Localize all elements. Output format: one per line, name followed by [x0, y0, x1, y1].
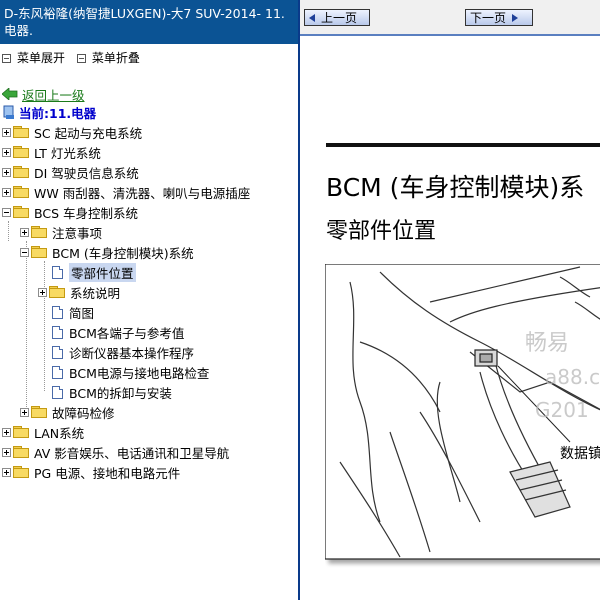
window-title: D-东风裕隆(纳智捷LUXGEN)-大7 SUV-2014- 11.电器. [0, 0, 298, 44]
tree-item-sc[interactable]: SC 起动与充电系统 [2, 122, 142, 142]
expand-menu-label: 菜单展开 [17, 51, 66, 65]
tree-item-removal[interactable]: BCM的拆卸与安装 [52, 382, 172, 402]
document-subtitle: 零部件位置 [326, 219, 437, 244]
tree-item-system-description[interactable]: 系统说明 [38, 282, 120, 302]
tree-item-power-ground[interactable]: BCM电源与接地电路检查 [52, 362, 209, 382]
document-title: BCM (车身控制模块)系 [326, 173, 585, 202]
tree-item-label: SC 起动与充电系统 [34, 125, 143, 141]
tree-item-label: 注意事项 [52, 225, 103, 241]
expand-toggle-icon[interactable] [2, 187, 11, 197]
next-arrow-icon [512, 13, 519, 22]
prev-page-button[interactable]: 上一页 [304, 9, 370, 26]
expand-toggle-icon[interactable] [20, 407, 29, 417]
expand-toggle-icon[interactable] [2, 467, 11, 477]
tree-item-label: LT 灯光系统 [34, 145, 101, 161]
folder-icon [13, 166, 29, 178]
tree-item-label: BCS 车身控制系统 [34, 205, 138, 221]
folder-icon [13, 146, 29, 158]
watermark-text: 畅易 [525, 331, 569, 356]
back-arrow-icon [2, 88, 18, 100]
open-folder-icon [13, 206, 29, 218]
collapse-toggle-icon[interactable] [20, 247, 29, 257]
tree-item-label: DI 驾驶员信息系统 [34, 165, 139, 181]
page-toolbar: 上一页 下一页 [300, 0, 600, 36]
tree-item-bcs[interactable]: BCS 车身控制系统 [2, 202, 138, 222]
prev-page-label: 上一页 [321, 11, 358, 25]
tree-item-av[interactable]: AV 影音娱乐、电话通讯和卫星导航 [2, 442, 229, 462]
collapse-toggle-icon[interactable] [2, 207, 11, 217]
folder-icon [13, 426, 29, 438]
tree-item-label: WW 雨刮器、清洗器、喇叭与电源插座 [34, 185, 251, 201]
current-location-label: 当前:11.电器 [19, 105, 97, 121]
prev-arrow-icon [309, 13, 315, 22]
folder-icon [49, 286, 65, 298]
collapse-icon [76, 53, 86, 63]
tree-item-label: BCM (车身控制模块)系统 [52, 245, 194, 261]
tree-item-label-selected: 零部件位置 [69, 262, 136, 282]
tree-item-component-location[interactable]: 零部件位置 [52, 262, 136, 282]
document-icon [52, 385, 63, 399]
tree-item-di[interactable]: DI 驾驶员信息系统 [2, 162, 139, 182]
expand-toggle-icon[interactable] [38, 287, 47, 297]
folder-icon [13, 186, 29, 198]
collapse-menu-label: 菜单折叠 [91, 51, 140, 65]
tree-item-label: BCM的拆卸与安装 [69, 385, 172, 401]
back-link[interactable]: 返回上一级 [2, 86, 85, 103]
document-icon [52, 325, 63, 339]
tree-item-lan[interactable]: LAN系统 [2, 422, 84, 442]
tree-item-label: LAN系统 [34, 425, 85, 441]
folder-icon [13, 466, 29, 478]
tree-item-lt[interactable]: LT 灯光系统 [2, 142, 101, 162]
component-illustration: 数据镇 畅易 a88.c G201 [324, 263, 600, 560]
tree-guide [44, 261, 45, 391]
expand-toggle-icon[interactable] [2, 127, 11, 137]
folder-icon [31, 226, 47, 238]
tree-item-label: BCM电源与接地电路检查 [69, 365, 210, 381]
tree-guide [26, 241, 27, 411]
tree-item-precautions[interactable]: 注意事项 [20, 222, 102, 242]
tree-item-label: BCM各端子与参考值 [69, 325, 185, 341]
current-location-icon [3, 105, 14, 119]
tree-item-terminals[interactable]: BCM各端子与参考值 [52, 322, 184, 342]
section-rule [326, 143, 600, 147]
tree-item-pg[interactable]: PG 电源、接地和电路元件 [2, 462, 180, 482]
tree-item-label: AV 影音娱乐、电话通讯和卫星导航 [34, 445, 230, 461]
next-page-label: 下一页 [470, 11, 507, 25]
expand-toggle-icon[interactable] [20, 227, 29, 237]
tree-item-dtc[interactable]: 故障码检修 [20, 402, 115, 422]
tree-item-label: 系统说明 [70, 285, 121, 301]
expand-menu-button[interactable]: 菜单展开 [2, 48, 65, 68]
tree-item-diagram[interactable]: 简图 [52, 302, 94, 322]
expand-icon [2, 53, 11, 63]
tree-item-bcm-system[interactable]: BCM (车身控制模块)系统 [20, 242, 194, 262]
collapse-menu-button[interactable]: 菜单折叠 [76, 48, 140, 68]
expand-toggle-icon[interactable] [2, 427, 11, 437]
tree-item-label: 故障码检修 [52, 405, 115, 421]
document-icon [52, 305, 63, 319]
tree-item-label: 诊断仪器基本操作程序 [69, 345, 195, 361]
tree-item-label: PG 电源、接地和电路元件 [34, 465, 181, 481]
expand-toggle-icon[interactable] [2, 167, 11, 177]
tree-item-ww[interactable]: WW 雨刮器、清洗器、喇叭与电源插座 [2, 182, 250, 202]
menu-bar: 菜单展开 菜单折叠 [0, 48, 146, 68]
navigation-pane: D-东风裕隆(纳智捷LUXGEN)-大7 SUV-2014- 11.电器. 菜单… [0, 0, 298, 600]
watermark-text: G201 [535, 398, 589, 422]
expand-toggle-icon[interactable] [2, 447, 11, 457]
watermark-text: a88.c [545, 365, 600, 389]
document-icon [52, 265, 63, 279]
folder-icon [13, 446, 29, 458]
open-folder-icon [31, 246, 47, 258]
next-page-button[interactable]: 下一页 [465, 9, 533, 26]
back-link-label: 返回上一级 [22, 87, 85, 103]
callout-label: 数据镇 [560, 446, 600, 462]
document-icon [52, 345, 63, 359]
document-icon [52, 365, 63, 379]
tree-item-label: 简图 [69, 305, 95, 321]
folder-icon [13, 126, 29, 138]
tree-guide [8, 221, 9, 241]
current-location: 当前:11.电器 [2, 104, 97, 121]
folder-icon [31, 406, 47, 418]
expand-toggle-icon[interactable] [2, 147, 11, 157]
tree-item-diagnostic-tool[interactable]: 诊断仪器基本操作程序 [52, 342, 194, 362]
